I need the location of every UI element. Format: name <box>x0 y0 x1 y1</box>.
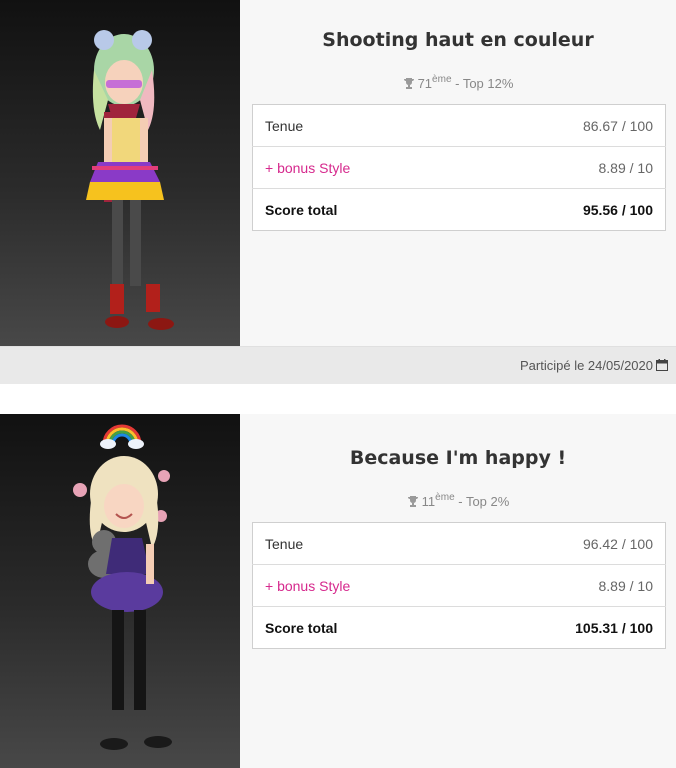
rank-top: - Top 12% <box>451 76 514 91</box>
rank-suffix: ème <box>435 492 455 503</box>
entry-separator <box>0 384 676 414</box>
score-table: Tenue 96.42 / 100 + bonus Style 8.89 / 1… <box>252 522 666 649</box>
rank-suffix: ème <box>432 74 452 85</box>
rank-line: 11ème - Top 2% <box>240 492 676 509</box>
table-row: Score total 95.56 / 100 <box>252 188 666 231</box>
calendar-icon <box>656 359 668 371</box>
table-row: Tenue 86.67 / 100 <box>253 105 666 147</box>
table-row: Score total 105.31 / 100 <box>252 606 666 649</box>
rank-number: 11 <box>421 494 436 509</box>
rank-line: 71ème - Top 12% <box>240 74 676 91</box>
participation-bar: Participé le 24/05/2020 <box>0 346 676 385</box>
table-row: Tenue 96.42 / 100 <box>253 523 666 565</box>
avatar-image[interactable] <box>0 414 240 768</box>
score-table: Tenue 86.67 / 100 + bonus Style 8.89 / 1… <box>252 104 666 231</box>
rank-number: 71 <box>417 76 433 91</box>
table-row: + bonus Style 8.89 / 10 <box>252 564 666 607</box>
trophy-icon <box>403 78 414 89</box>
row-value-tenue: 86.67 / 100 <box>582 117 653 134</box>
row-value-bonus: 8.89 / 10 <box>466 564 666 607</box>
row-value-total: 105.31 / 100 <box>466 606 666 649</box>
row-value-tenue: 96.42 / 100 <box>582 535 653 552</box>
row-label-bonus: + bonus Style <box>252 146 475 189</box>
avatar-image[interactable] <box>0 0 240 346</box>
row-value-total: 95.56 / 100 <box>474 188 666 231</box>
row-label-bonus: + bonus Style <box>252 564 467 607</box>
contest-entry-card: Shooting haut en couleur 71ème - Top 12%… <box>0 0 676 346</box>
doll-figure-2 <box>73 424 172 750</box>
contest-title: Shooting haut en couleur <box>322 29 594 51</box>
entry-panel: Because I'm happy ! 11ème - Top 2% Tenue… <box>240 414 676 768</box>
entry-panel: Shooting haut en couleur 71ème - Top 12%… <box>240 0 676 346</box>
contest-title: Because I'm happy ! <box>349 447 567 469</box>
trophy-icon <box>407 496 418 507</box>
table-row: + bonus Style 8.89 / 10 <box>252 146 666 189</box>
row-label-tenue: Tenue <box>265 117 304 134</box>
participation-date: Participé le 24/05/2020 <box>520 358 668 373</box>
row-value-bonus: 8.89 / 10 <box>474 146 666 189</box>
contest-entry-card: Because I'm happy ! 11ème - Top 2% Tenue… <box>0 414 676 768</box>
doll-figure-1 <box>86 30 174 330</box>
row-label-total: Score total <box>252 188 475 231</box>
rank-top: - Top 2% <box>454 494 510 509</box>
row-label-tenue: Tenue <box>265 535 304 552</box>
row-label-total: Score total <box>252 606 467 649</box>
participation-text: Participé le 24/05/2020 <box>520 358 653 373</box>
